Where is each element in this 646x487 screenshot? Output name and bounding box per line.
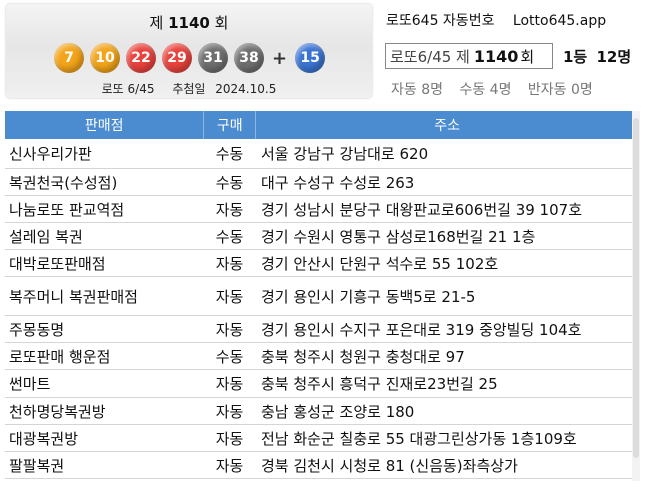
purchase-type: 수동 xyxy=(215,347,244,366)
draw-round-title: 제 1140 회 xyxy=(6,12,372,33)
column-header-store[interactable]: 판매점 xyxy=(5,111,205,139)
game-label: 로또 6/45 xyxy=(101,82,155,96)
purchase-type: 자동 xyxy=(215,456,244,475)
store-name: 대광복권방 xyxy=(9,429,79,448)
store-address: 경기 안산시 단원구 석수로 55 102호 xyxy=(261,254,499,273)
number-ball: 10 xyxy=(90,43,120,73)
number-ball: 38 xyxy=(234,43,264,73)
prize-rank: 1등 xyxy=(563,48,588,66)
table-header: 판매점 구매 주소 xyxy=(5,111,638,139)
store-name: 로또판매 행운점 xyxy=(9,347,111,366)
number-ball: 31 xyxy=(198,43,228,73)
purchase-type: 자동 xyxy=(215,287,244,306)
store-address: 경기 성남시 분당구 대왕판교로606번길 39 107호 xyxy=(261,200,582,219)
store-name: 복주머니 복권판매점 xyxy=(9,287,138,306)
app-site-link[interactable]: Lotto645.app xyxy=(513,13,606,29)
store-name: 주몽동명 xyxy=(9,320,65,339)
winning-numbers: 7 10 22 29 31 38 + 15 xyxy=(54,42,331,74)
table-row[interactable]: 썬마트 자동 충북 청주시 흥덕구 진재로23번길 25 xyxy=(5,370,638,398)
draw-info: 로또 6/45 추첨일 2024.10.5 xyxy=(6,80,372,97)
store-name: 설레임 복권 xyxy=(9,227,83,246)
purchase-type: 자동 xyxy=(215,375,244,393)
purchase-type: 자동 xyxy=(215,254,244,273)
store-name: 대박로또판매점 xyxy=(9,254,106,273)
semi-auto-count: 반자동 0명 xyxy=(527,82,593,98)
number-ball: 22 xyxy=(126,43,156,73)
table-row[interactable]: 복주머니 복권판매점 자동 경기 용인시 기흥구 동백5로 21-5 xyxy=(5,277,638,316)
app-title: 로또645 자동번호 xyxy=(386,13,495,29)
table-row[interactable]: 대박로또판매점 자동 경기 안산시 단원구 석수로 55 102호 xyxy=(5,250,638,277)
purchase-type-counts: 자동 8명 수동 4명 반자동 0명 xyxy=(391,79,593,99)
store-address: 경기 용인시 수지구 포은대로 319 중앙빌딩 104호 xyxy=(261,320,582,339)
store-address: 경기 용인시 기흥구 동백5로 21-5 xyxy=(261,287,476,306)
purchase-type: 수동 xyxy=(215,227,244,246)
manual-count: 수동 4명 xyxy=(459,82,512,98)
bonus-ball: 15 xyxy=(295,43,326,73)
round-number: 1140 xyxy=(168,14,210,32)
store-address: 전남 화순군 칠충로 55 대광그린상가동 1층109호 xyxy=(261,429,577,448)
scrollbar-thumb[interactable] xyxy=(633,118,639,458)
bonus-plus-sign: + xyxy=(272,47,288,69)
search-prefix: 로또6/45 제 xyxy=(390,47,470,66)
column-header-type[interactable]: 구매 xyxy=(204,111,257,139)
draw-date-label: 추첨일 xyxy=(172,82,206,96)
purchase-type: 자동 xyxy=(215,402,244,421)
auto-count: 자동 8명 xyxy=(391,82,443,98)
store-address: 경기 수원시 영통구 삼성로168번길 21 1층 xyxy=(261,227,536,246)
round-search-input[interactable]: 로또6/45 제 1140 회 xyxy=(385,43,553,69)
table-row[interactable]: 주몽동명 자동 경기 용인시 수지구 포은대로 319 중앙빌딩 104호 xyxy=(5,316,638,343)
table-row[interactable]: 대광복권방 자동 전남 화순군 칠충로 55 대광그린상가동 1층109호 xyxy=(5,425,638,452)
table-row[interactable]: 복권천국(수성점) 수동 대구 수성구 수성로 263 xyxy=(5,169,638,196)
winning-stores-table: 판매점 구매 주소 신사우리가판 수동 서울 강남구 강남대로 620 복권천국… xyxy=(5,111,638,481)
store-address: 서울 강남구 강남대로 620 xyxy=(261,145,429,163)
table-row[interactable]: 설레임 복권 수동 경기 수원시 영통구 삼성로168번길 21 1층 xyxy=(5,223,638,250)
search-round-number[interactable]: 1140 xyxy=(474,47,519,66)
store-name: 신사우리가판 xyxy=(9,145,92,163)
number-ball: 7 xyxy=(54,43,84,73)
purchase-type: 수동 xyxy=(215,145,244,163)
search-suffix: 회 xyxy=(520,47,535,66)
store-name: 천하명당복권방 xyxy=(9,402,106,421)
draw-result-card: 제 1140 회 7 10 22 29 31 38 + 15 로또 6/45 추… xyxy=(6,4,372,98)
column-header-address[interactable]: 주소 xyxy=(256,111,638,139)
round-prefix: 제 xyxy=(149,14,164,32)
store-name: 팔팔복권 xyxy=(9,456,65,475)
table-row[interactable]: 로또판매 행운점 수동 충북 청주시 청원구 충청대로 97 xyxy=(5,343,638,370)
winner-count: 12명 xyxy=(596,48,632,66)
store-address: 충북 청주시 흥덕구 진재로23번길 25 xyxy=(261,375,498,393)
store-name: 썬마트 xyxy=(9,375,51,393)
purchase-type: 자동 xyxy=(215,200,244,219)
purchase-type: 자동 xyxy=(215,429,244,448)
app-header: 로또645 자동번호 Lotto645.app xyxy=(386,10,606,30)
store-address: 충북 청주시 청원구 충청대로 97 xyxy=(261,347,465,366)
store-address: 충남 홍성군 조양로 180 xyxy=(261,402,415,421)
store-address: 대구 수성구 수성로 263 xyxy=(261,173,415,192)
table-row[interactable]: 신사우리가판 수동 서울 강남구 강남대로 620 xyxy=(5,139,638,169)
table-row[interactable]: 천하명당복권방 자동 충남 홍성군 조양로 180 xyxy=(5,398,638,425)
purchase-type: 수동 xyxy=(215,173,244,192)
table-row[interactable]: 팔팔복권 자동 경북 김천시 시청로 81 (신음동)좌측상가 xyxy=(5,452,638,479)
first-prize-summary: 1등 12명 xyxy=(563,46,631,67)
round-suffix: 회 xyxy=(214,14,229,32)
draw-date: 2024.10.5 xyxy=(215,82,277,96)
store-name: 나눔로또 판교역점 xyxy=(9,200,125,219)
store-address: 경북 김천시 시청로 81 (신음동)좌측상가 xyxy=(261,456,518,475)
table-row[interactable]: 나눔로또 판교역점 자동 경기 성남시 분당구 대왕판교로606번길 39 10… xyxy=(5,196,638,223)
store-name: 복권천국(수성점) xyxy=(9,173,118,192)
number-ball: 29 xyxy=(162,43,192,73)
purchase-type: 자동 xyxy=(215,320,244,339)
